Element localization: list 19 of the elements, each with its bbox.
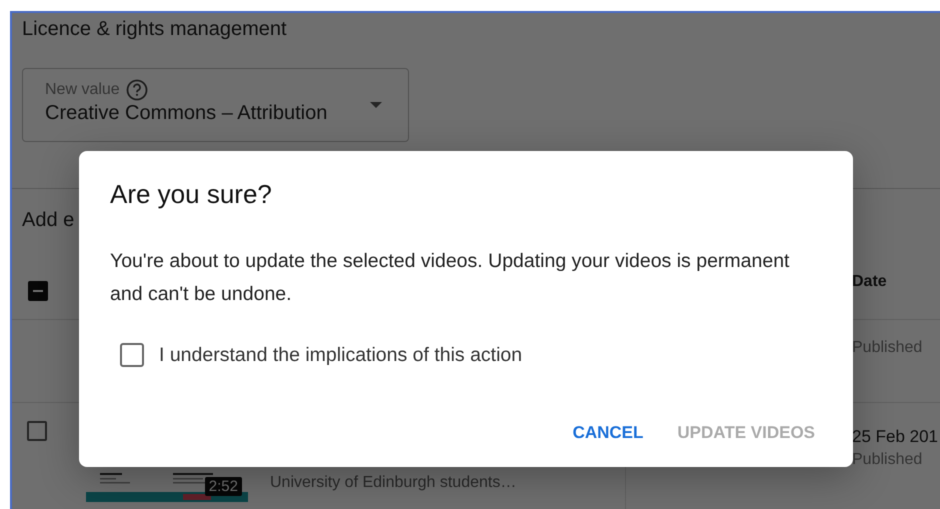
column-header: Date bbox=[852, 273, 887, 291]
status-text: Published bbox=[852, 451, 924, 469]
status-text: Published bbox=[852, 339, 924, 357]
caret-icon bbox=[370, 102, 382, 108]
section-title: Licence & rights management bbox=[21, 17, 288, 42]
checkbox[interactable] bbox=[27, 421, 47, 441]
dialog-message: You're about to update the selected videos. Updating your videos is permanent and can't be undone. bbox=[110, 249, 790, 307]
section-heading: Add e bbox=[21, 208, 74, 233]
field-label: New value bbox=[45, 81, 120, 99]
checkbox[interactable] bbox=[120, 343, 144, 367]
video-description: University of Edinburgh students… bbox=[270, 474, 516, 492]
help-icon[interactable] bbox=[126, 79, 148, 101]
duration-badge: 2:52 bbox=[204, 477, 242, 496]
date-text: 25 Feb 201 bbox=[852, 427, 940, 447]
checkbox[interactable] bbox=[28, 281, 48, 301]
checkbox-label: I understand the implications of this action bbox=[159, 344, 522, 366]
dialog-title: Are you sure? bbox=[110, 179, 273, 209]
licence-dropdown[interactable]: New value Creative Commons – Attribution bbox=[22, 68, 409, 142]
cancel-button[interactable]: CANCEL bbox=[564, 417, 652, 449]
